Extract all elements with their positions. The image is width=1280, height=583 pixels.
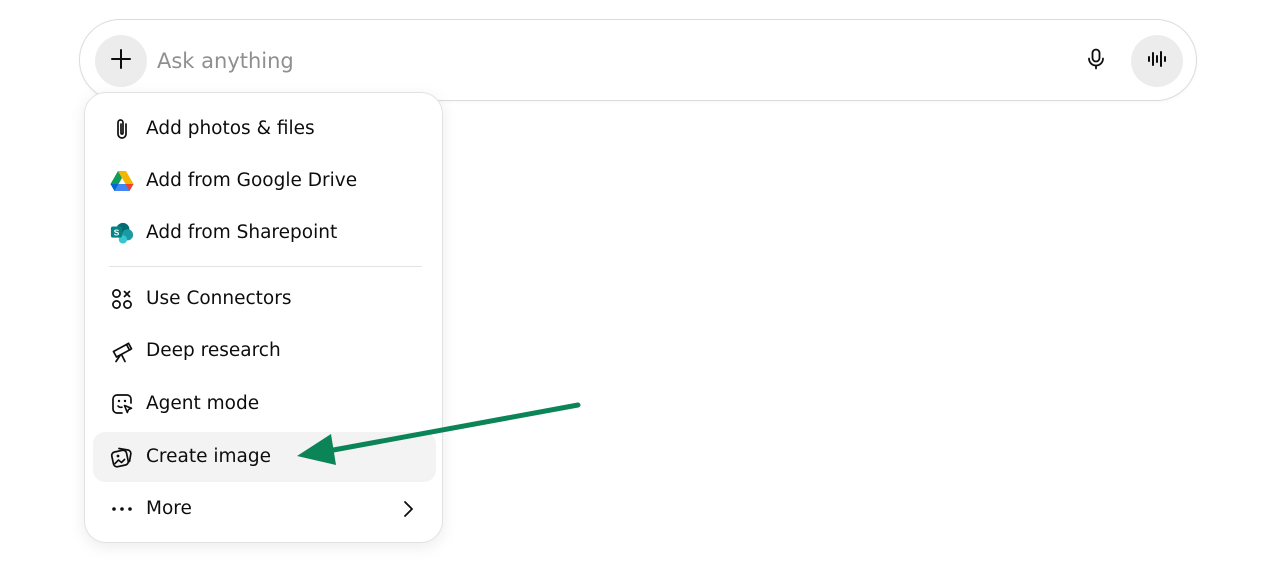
microphone-icon	[1084, 47, 1108, 75]
menu-item-label: Use Connectors	[146, 288, 292, 309]
menu-divider	[109, 266, 422, 267]
menu-item-create-image[interactable]: Create image	[93, 432, 436, 482]
google-drive-icon	[110, 169, 134, 193]
plus-icon	[109, 47, 133, 75]
telescope-icon	[110, 339, 134, 363]
prompt-input[interactable]	[157, 42, 1037, 80]
menu-item-label: Add from Google Drive	[146, 170, 358, 191]
svg-text:S: S	[114, 227, 120, 237]
attach-plus-button[interactable]	[95, 35, 147, 87]
connectors-icon	[110, 287, 134, 311]
menu-item-label: Add photos & files	[146, 118, 315, 139]
menu-item-label: Deep research	[146, 340, 281, 361]
menu-item-use-connectors[interactable]: Use Connectors	[93, 274, 436, 324]
menu-item-label: Create image	[146, 446, 271, 467]
paperclip-icon	[110, 117, 134, 141]
sharepoint-icon: S	[110, 221, 134, 245]
menu-item-sharepoint[interactable]: S Add from Sharepoint	[93, 208, 436, 258]
attach-menu: Add photos & files Add from Google Drive…	[84, 92, 443, 543]
menu-item-agent-mode[interactable]: Agent mode	[93, 379, 436, 429]
menu-item-deep-research[interactable]: Deep research	[93, 326, 436, 376]
menu-item-more[interactable]: More	[93, 484, 436, 534]
image-icon	[110, 445, 134, 469]
voice-waveform-icon	[1145, 47, 1169, 75]
voice-mode-button[interactable]	[1131, 35, 1183, 87]
menu-item-label: Agent mode	[146, 393, 260, 414]
dictate-button[interactable]	[1077, 42, 1115, 80]
menu-item-label: Add from Sharepoint	[146, 222, 338, 243]
more-dots-icon	[110, 497, 134, 521]
menu-item-google-drive[interactable]: Add from Google Drive	[93, 156, 436, 206]
agent-cursor-icon	[110, 392, 134, 416]
menu-item-label: More	[146, 498, 192, 519]
prompt-composer	[79, 19, 1197, 101]
menu-item-add-photos-files[interactable]: Add photos & files	[93, 104, 436, 154]
chevron-right-icon	[396, 497, 420, 521]
